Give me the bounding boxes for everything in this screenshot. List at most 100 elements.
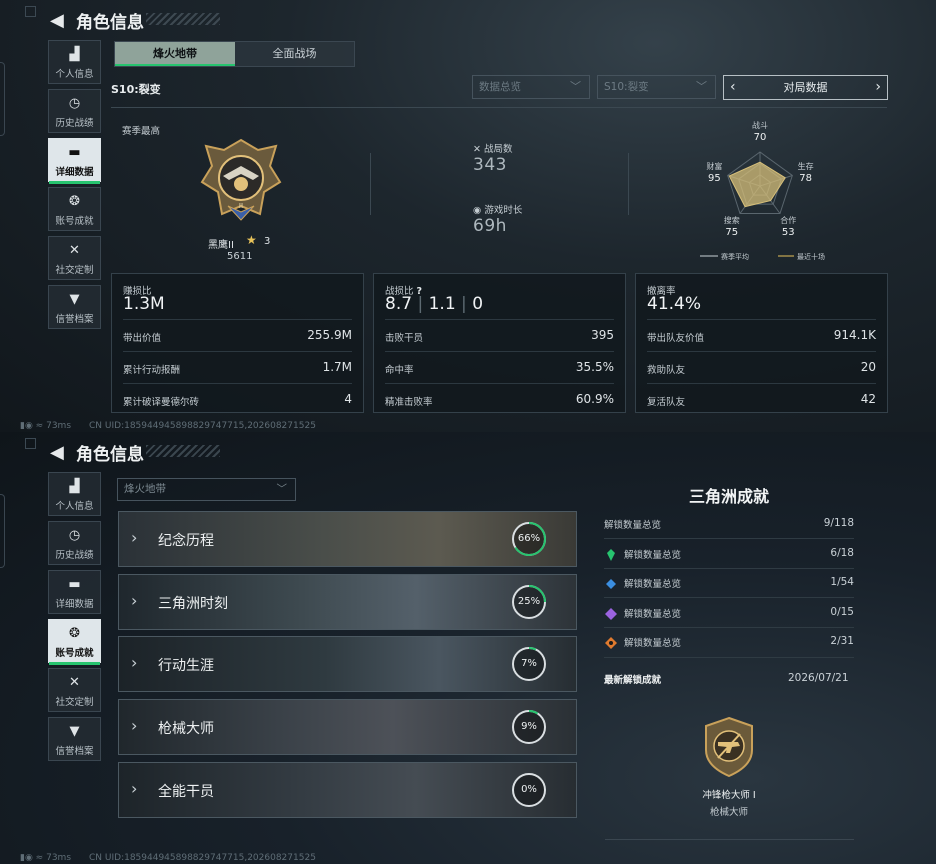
stat-row: 累计破译曼德尔砖 4 xyxy=(123,383,352,415)
folder-icon: ▬ xyxy=(68,577,81,592)
back-icon[interactable]: ◀ xyxy=(50,10,64,31)
corner-frame xyxy=(25,438,36,449)
profit-card: 赚损比 1.3M 带出价值 255.9M 累计行动报酬 1.7M 累计破译曼德尔砖 4 xyxy=(111,273,364,413)
status-footer: ▮◉ ≈ 73ms CN UID:18594494589882974771​5,2… xyxy=(20,421,316,431)
badge-category: 枪械大师 xyxy=(709,807,748,818)
overview-dropdown[interactable]: 数据总览 ﹀ xyxy=(472,75,590,99)
radar-axis-label: 生存 xyxy=(798,161,814,171)
stat-row: 带出价值 255.9M xyxy=(123,319,352,351)
back-icon[interactable]: ◀ xyxy=(50,442,64,463)
chevron-right-icon: › xyxy=(131,653,138,672)
sidebar-item-personal-info[interactable]: ▟ 个人信息 xyxy=(48,472,101,516)
achievement-category[interactable]: › 枪械大师 9% xyxy=(118,699,577,755)
title-decoration xyxy=(146,445,220,457)
mode-dropdown[interactable]: 烽火地带 ﹀ xyxy=(117,478,296,501)
latest-unlock-date: 2026/07/21 xyxy=(788,672,849,684)
rank-stars: 3 xyxy=(264,236,271,247)
sidebar-item-social[interactable]: ✕ 社交定制 xyxy=(48,236,101,280)
summary-total-row: 解锁数量总览 9/118 xyxy=(604,517,854,531)
match-data-pager: ‹ 对局数据 › xyxy=(723,75,888,100)
card-value: 1.3M xyxy=(123,294,165,314)
left-edge-tab[interactable] xyxy=(0,494,5,568)
chevron-down-icon: ﹀ xyxy=(570,80,581,93)
summary-tier-row: 解锁数量总览 0/15 xyxy=(604,598,854,627)
radar-axis-label: 战斗 xyxy=(752,120,768,130)
stat-row: 精准击败率 60.9% xyxy=(385,383,614,415)
star-icon: ★ xyxy=(246,233,257,247)
summary-tier-row: 解锁数量总览 2/31 xyxy=(604,627,854,656)
next-arrow-icon[interactable]: › xyxy=(875,76,881,99)
achievement-category[interactable]: › 纪念历程 66% xyxy=(118,511,577,567)
folder-icon: ▬ xyxy=(68,145,81,160)
smg-badge-icon xyxy=(705,716,753,778)
wifi-icon: ▮◉ ≈ xyxy=(20,421,44,431)
radar-series-polygon xyxy=(728,161,786,208)
sidebar-item-history[interactable]: ◷ 历史战绩 xyxy=(48,89,101,133)
playtime-label: ◉ 游戏时长 xyxy=(473,205,523,216)
playtime-value: 69h xyxy=(473,216,507,236)
progress-percent: 0% xyxy=(521,784,537,795)
sidebar-item-achievements[interactable]: ❂ 账号成就 xyxy=(48,187,101,231)
svg-text:II: II xyxy=(239,202,243,210)
page-title: 角色信息 xyxy=(76,445,144,465)
status-footer: ▮◉ ≈ 73ms CN UID:18594494589882974771​5,2… xyxy=(20,853,316,863)
stat-row: 命中率 35.5% xyxy=(385,351,614,383)
radar-axis-value: 95 xyxy=(708,173,721,184)
summary-tier-row: 解锁数量总览 1/54 xyxy=(604,568,854,597)
chevron-right-icon: › xyxy=(131,528,138,547)
shield-icon: ▼ xyxy=(69,724,80,739)
chevron-right-icon: › xyxy=(131,779,138,798)
rank-emblem: II xyxy=(200,138,282,221)
purple-gem-icon xyxy=(604,606,618,620)
sidebar-item-detailed-data[interactable]: ▬ 详细数据 xyxy=(48,138,101,184)
stat-row: 击败干员 395 xyxy=(385,319,614,351)
sidebar-item-personal-info[interactable]: ▟ 个人信息 xyxy=(48,40,101,84)
latest-unlock-label: 最新解锁成就 xyxy=(604,675,662,686)
progress-percent: 7% xyxy=(521,658,537,669)
bar-chart-icon: ▟ xyxy=(69,47,80,62)
radar-axis-label: 合作 xyxy=(780,215,796,225)
corner-frame xyxy=(25,6,36,17)
rank-points: 5611 xyxy=(227,251,253,262)
matches-label: ✕ 战局数 xyxy=(473,144,513,155)
page-title: 角色信息 xyxy=(76,13,144,33)
wifi-icon: ▮◉ ≈ xyxy=(20,853,44,863)
sidebar-item-detailed-data[interactable]: ▬ 详细数据 xyxy=(48,570,101,614)
clock-icon: ◷ xyxy=(68,528,81,543)
blue-gem-icon xyxy=(604,576,618,590)
stat-row: 复活队友 42 xyxy=(647,383,876,415)
tab-battlefield[interactable]: 全面战场 xyxy=(235,42,354,66)
rank-name: 黑鹰II xyxy=(208,240,234,251)
matches-value: 343 xyxy=(473,155,507,175)
kd-card: 战损比 ? 8.7 | 1.1 | 0 击败干员 395 命中率 35.5% 精准击… xyxy=(373,273,626,413)
title-decoration xyxy=(146,13,220,25)
sidebar-item-achievements[interactable]: ❂ 账号成就 xyxy=(48,619,101,665)
stat-row: 带出队友价值 914.1K xyxy=(647,319,876,351)
achievement-category[interactable]: › 三角洲时刻 25% xyxy=(118,574,577,630)
progress-percent: 25% xyxy=(517,596,541,607)
summary-tier-row: 解锁数量总览 6/18 xyxy=(604,539,854,568)
achievement-category[interactable]: › 行动生涯 7% xyxy=(118,636,577,692)
season-dropdown[interactable]: S10:裂变 ﹀ xyxy=(597,75,716,99)
tab-warzone[interactable]: 烽火地带 xyxy=(115,42,235,66)
sidebar-item-history[interactable]: ◷ 历史战绩 xyxy=(48,521,101,565)
sidebar-item-reputation[interactable]: ▼ 信誉档案 xyxy=(48,285,101,329)
progress-percent: 9% xyxy=(521,721,537,732)
radar-legend-recent: 最近十场 xyxy=(797,252,825,261)
prev-arrow-icon[interactable]: ‹ xyxy=(730,76,736,99)
sidebar-item-social[interactable]: ✕ 社交定制 xyxy=(48,668,101,712)
card-value: 41.4% xyxy=(647,294,702,314)
left-edge-tab[interactable] xyxy=(0,62,5,136)
radar-axis-label: 财富 xyxy=(706,161,722,171)
divider xyxy=(111,107,887,108)
timer-icon: ◉ xyxy=(473,205,482,216)
sidebar-item-reputation[interactable]: ▼ 信誉档案 xyxy=(48,717,101,761)
radar-axis-value: 75 xyxy=(725,227,738,238)
progress-percent: 66% xyxy=(517,533,541,544)
tools-icon: ✕ xyxy=(69,675,80,690)
achievement-category[interactable]: › 全能干员 0% xyxy=(118,762,577,818)
radar-legend-avg: 赛季平均 xyxy=(721,252,749,261)
chevron-right-icon: › xyxy=(131,591,138,610)
chevron-down-icon: ﹀ xyxy=(696,80,707,93)
extraction-card: 撤离率 41.4% 带出队友价值 914.1K 救助队友 20 复活队友 42 xyxy=(635,273,888,413)
